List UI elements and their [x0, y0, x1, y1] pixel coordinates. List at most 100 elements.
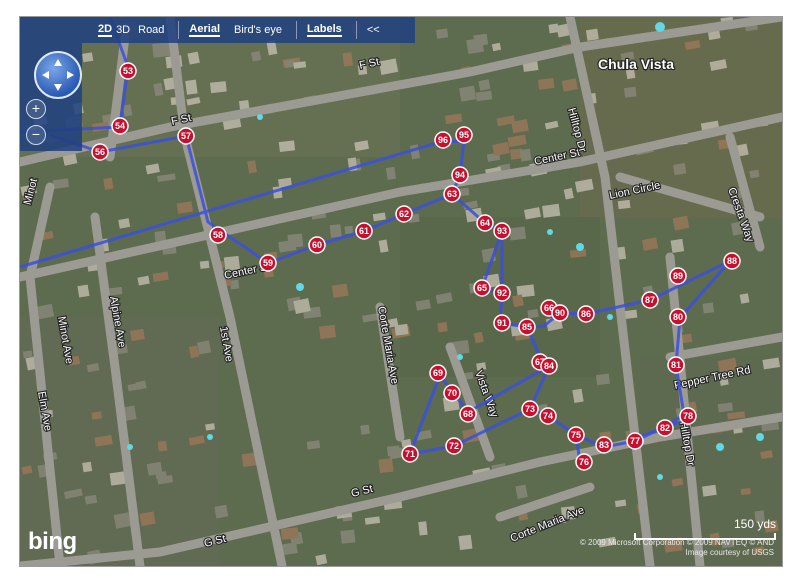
waypoint-marker[interactable]: 84 [540, 357, 558, 375]
waypoint-number: 62 [399, 209, 409, 219]
waypoint-number: 57 [181, 131, 191, 141]
map-viewport[interactable]: Chula Vista F St F St Center St Center S… [19, 16, 783, 567]
waypoint-number: 72 [449, 441, 459, 451]
waypoint-number: 92 [497, 288, 507, 298]
waypoint-marker[interactable]: 53 [119, 62, 137, 80]
waypoint-marker[interactable]: 89 [669, 267, 687, 285]
waypoint-marker[interactable]: 81 [667, 356, 685, 374]
waypoint-marker[interactable]: 75 [567, 426, 585, 444]
waypoint-marker[interactable]: 83 [595, 436, 613, 454]
waypoint-number: 85 [522, 322, 532, 332]
waypoint-number: 77 [630, 436, 640, 446]
waypoint-marker[interactable]: 56 [91, 143, 109, 161]
toolbar-divider [178, 21, 180, 39]
waypoint-number: 86 [581, 309, 591, 319]
waypoint-number: 70 [447, 388, 457, 398]
attribution-line: © 2009 Microsoft Corporation © 2009 NAVT… [579, 538, 774, 547]
view-2d-button[interactable]: 2D [98, 23, 113, 37]
waypoint-number: 82 [660, 423, 670, 433]
waypoint-marker[interactable]: 68 [459, 405, 477, 423]
waypoint-number: 73 [525, 404, 535, 414]
waypoint-marker[interactable]: 87 [641, 291, 659, 309]
waypoint-marker[interactable]: 61 [355, 222, 373, 240]
waypoint-marker[interactable]: 59 [259, 254, 277, 272]
waypoint-marker[interactable]: 58 [209, 226, 227, 244]
waypoint-number: 95 [459, 130, 469, 140]
waypoint-number: 54 [115, 121, 125, 131]
waypoint-marker[interactable]: 94 [451, 166, 469, 184]
waypoint-marker[interactable]: 80 [669, 308, 687, 326]
toolbar-divider [295, 21, 297, 39]
scale-label: 150 yds [733, 517, 776, 531]
waypoint-marker[interactable]: 92 [493, 284, 511, 302]
waypoint-marker[interactable]: 63 [443, 185, 461, 203]
waypoint-marker[interactable]: 95 [455, 126, 473, 144]
waypoint-marker[interactable]: 77 [626, 432, 644, 450]
waypoint-marker[interactable]: 82 [656, 419, 674, 437]
waypoint-number: 96 [438, 135, 448, 145]
waypoint-number: 88 [727, 256, 737, 266]
waypoint-marker[interactable]: 62 [395, 205, 413, 223]
waypoint-marker[interactable]: 65 [473, 279, 491, 297]
waypoint-number: 58 [213, 230, 223, 240]
waypoint-number: 78 [683, 411, 693, 421]
waypoint-number: 68 [463, 409, 473, 419]
waypoint-number: 75 [571, 430, 581, 440]
waypoint-number: 83 [599, 440, 609, 450]
waypoint-marker[interactable]: 91 [493, 314, 511, 332]
waypoint-number: 69 [433, 368, 443, 378]
waypoint-marker[interactable]: 90 [551, 304, 569, 322]
waypoint-marker[interactable]: 76 [575, 453, 593, 471]
waypoint-number: 76 [579, 457, 589, 467]
map-toolbar: 2D 3D Road Aerial Bird's eye Labels << [20, 17, 415, 43]
waypoint-marker[interactable]: 57 [177, 127, 195, 145]
waypoint-number: 81 [671, 360, 681, 370]
labels-button[interactable]: Labels [306, 23, 342, 37]
zoom-out-button[interactable]: − [26, 125, 46, 145]
waypoint-marker[interactable]: 72 [445, 437, 463, 455]
waypoint-number: 60 [312, 240, 322, 250]
waypoint-marker[interactable]: 96 [434, 131, 452, 149]
waypoint-marker[interactable]: 73 [521, 400, 539, 418]
waypoint-number: 74 [543, 411, 553, 421]
toolbar-divider [355, 21, 357, 39]
waypoint-marker[interactable]: 60 [308, 236, 326, 254]
waypoint-number: 63 [447, 189, 457, 199]
waypoint-marker[interactable]: 74 [539, 407, 557, 425]
birds-eye-button[interactable]: Bird's eye [234, 24, 282, 36]
waypoint-marker[interactable]: 64 [476, 214, 494, 232]
view-3d-button[interactable]: 3D [116, 24, 130, 36]
waypoint-marker[interactable]: 88 [723, 252, 741, 270]
pan-compass-icon[interactable] [34, 51, 82, 99]
waypoint-number: 61 [359, 226, 369, 236]
waypoint-number: 59 [263, 258, 273, 268]
waypoint-marker[interactable]: 86 [577, 305, 595, 323]
aerial-imagery[interactable]: Chula Vista F St F St Center St Center S… [20, 17, 782, 566]
waypoint-number: 87 [645, 295, 655, 305]
collapse-toolbar-button[interactable]: << [367, 24, 380, 36]
road-button[interactable]: Road [138, 24, 164, 36]
waypoint-number: 94 [455, 170, 465, 180]
waypoint-marker[interactable]: 93 [493, 222, 511, 240]
waypoint-marker[interactable]: 85 [518, 318, 536, 336]
waypoint-number: 91 [497, 318, 507, 328]
waypoint-marker[interactable]: 54 [111, 117, 129, 135]
scale-bar: 150 yds [634, 517, 776, 540]
city-label: Chula Vista [598, 56, 674, 72]
waypoint-marker[interactable]: 70 [443, 384, 461, 402]
aerial-button[interactable]: Aerial [189, 23, 220, 37]
waypoint-number: 64 [480, 218, 490, 228]
waypoint-marker[interactable]: 69 [429, 364, 447, 382]
waypoint-number: 71 [405, 449, 415, 459]
waypoint-number: 93 [497, 226, 507, 236]
waypoint-number: 53 [123, 66, 133, 76]
waypoint-marker[interactable]: 78 [679, 407, 697, 425]
zoom-in-button[interactable]: + [26, 99, 46, 119]
waypoint-number: 84 [544, 361, 554, 371]
waypoint-number: 80 [673, 312, 683, 322]
navigation-panel: + − [20, 43, 82, 151]
waypoint-number: 65 [477, 283, 487, 293]
waypoint-marker[interactable]: 71 [401, 445, 419, 463]
waypoint-number: 89 [673, 271, 683, 281]
attribution-line: Image courtesy of USGS [685, 548, 774, 557]
